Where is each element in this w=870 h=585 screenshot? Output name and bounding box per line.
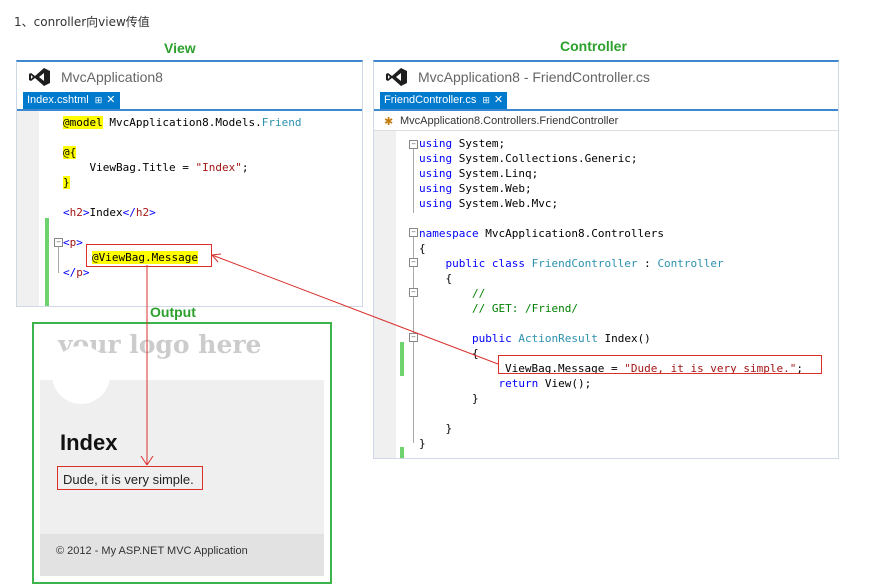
annotation-arrows: [140, 253, 499, 466]
controller-to-view-arrow: [211, 254, 499, 365]
